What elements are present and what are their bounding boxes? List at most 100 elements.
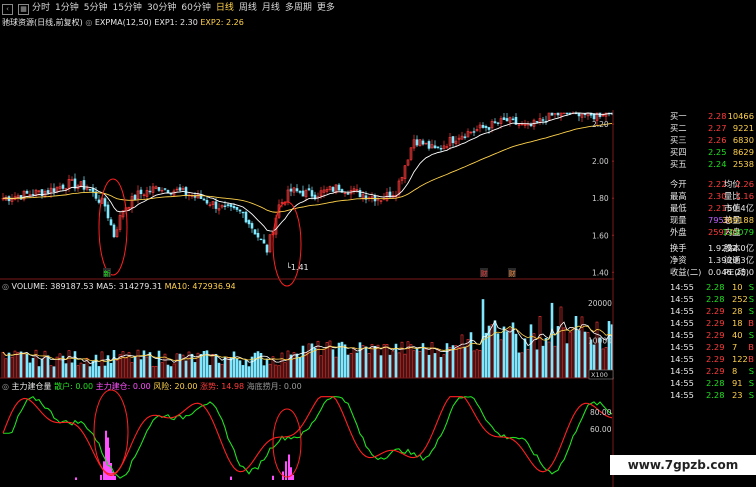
candle-body xyxy=(109,219,113,226)
trade-volume: 8 xyxy=(732,366,738,376)
candle-body xyxy=(226,204,230,206)
volume-bar xyxy=(607,321,611,379)
candlestick-layer: └1.41 新 财 财 xyxy=(1,111,614,287)
volume-tick-label: 20000 xyxy=(588,299,612,308)
volume-bar xyxy=(322,348,326,379)
candle-body xyxy=(97,199,101,203)
bid-volume: 2538 xyxy=(732,159,754,169)
volume-bar xyxy=(16,352,20,379)
candle-body xyxy=(502,117,506,120)
volume-bar xyxy=(565,343,569,379)
trade-side: S xyxy=(748,330,754,340)
volume-bar xyxy=(433,353,437,379)
volume-bar xyxy=(157,350,161,379)
candle-body xyxy=(31,194,35,196)
volume-bar xyxy=(364,346,368,379)
volume-bar xyxy=(346,354,350,379)
volume-bar xyxy=(19,351,23,379)
candle-body xyxy=(166,190,170,194)
retail-value: 散户: 0.00 xyxy=(54,382,94,391)
volume-bar xyxy=(154,365,158,379)
stat-row: 最低 2.21 市值 50.4亿 xyxy=(614,202,756,214)
volume-bar xyxy=(172,363,176,379)
volume-bar xyxy=(46,355,50,379)
trade-time: 14:55 xyxy=(670,306,694,316)
volume-bar xyxy=(274,364,278,379)
volume-bar xyxy=(307,343,311,379)
bid-label: 买二 xyxy=(670,123,687,133)
bid-volume: 8629 xyxy=(732,147,754,157)
candle-body xyxy=(433,145,437,149)
volume-unit-label: X100 xyxy=(591,371,608,379)
candle-body xyxy=(337,184,341,191)
volume-bar xyxy=(169,366,173,379)
capital-indicator-layer xyxy=(2,389,613,480)
volume-bar xyxy=(292,352,296,379)
candle-body xyxy=(238,209,242,212)
volume-bar xyxy=(226,357,230,379)
volume-bar xyxy=(211,353,215,379)
rise-value: 涨势: 14.98 xyxy=(199,382,245,391)
volume-bar xyxy=(238,360,242,379)
candle-body xyxy=(25,190,29,194)
volume-bar xyxy=(391,350,395,379)
candle-body xyxy=(505,118,509,122)
kline-charts[interactable]: └1.41 新 财 财 2.20 2.00 1.80 1.60 1.40 20000 10000 X… xyxy=(0,0,614,487)
stat-row: 今开 2.22 均价 2.26 xyxy=(614,178,756,190)
volume-bar xyxy=(442,354,446,379)
volume-bar xyxy=(43,350,47,379)
volume-bar xyxy=(109,362,113,379)
trade-price: 2.29 xyxy=(706,318,725,328)
volume-value: VOLUME: 389187.53 xyxy=(11,282,94,291)
candle-body xyxy=(184,187,188,196)
volume-bar xyxy=(103,365,107,379)
trade-side: B xyxy=(748,354,754,364)
bid-row: 买一 2.28 10466 xyxy=(614,110,756,122)
volume-bar xyxy=(496,333,500,379)
volume-bar xyxy=(67,350,71,379)
volume-bar xyxy=(22,352,26,379)
volume-bar xyxy=(184,360,188,379)
volume-bar xyxy=(175,353,179,379)
volume-bar xyxy=(139,359,143,379)
watermark-banner: www.7gpzb.com xyxy=(610,455,756,475)
candle-body xyxy=(178,187,182,191)
capital-settings-icon[interactable]: ◎ xyxy=(2,382,9,391)
volume-settings-icon[interactable]: ◎ xyxy=(2,282,9,291)
volume-bar xyxy=(469,332,473,379)
volume-bar xyxy=(385,344,389,379)
trade-row: 14:55 2.29 8 S xyxy=(614,365,756,377)
candle-body xyxy=(493,121,497,123)
trade-side: S xyxy=(748,378,754,388)
candle-body xyxy=(106,204,110,219)
bid-row: 买五 2.24 2538 xyxy=(614,158,756,170)
highlight-ellipse xyxy=(93,389,129,475)
trade-time: 14:55 xyxy=(670,330,694,340)
volume-bar xyxy=(424,348,428,379)
volume-bar xyxy=(337,342,341,379)
main-build-bar xyxy=(114,475,116,480)
volume-bar xyxy=(1,351,5,379)
candle-body xyxy=(88,189,92,191)
volume-bar xyxy=(436,349,440,379)
volume-bar xyxy=(370,344,374,379)
volume-bar xyxy=(199,354,203,379)
volume-bar xyxy=(493,320,497,379)
stat-value: 22.0亿 xyxy=(727,243,754,253)
trade-time: 14:55 xyxy=(670,390,694,400)
volume-bar xyxy=(142,350,146,379)
volume-bar xyxy=(562,327,566,379)
volume-bar xyxy=(151,365,155,379)
trade-price: 2.29 xyxy=(706,366,725,376)
volume-bar xyxy=(421,343,425,379)
main-build-bar xyxy=(290,467,292,480)
volume-bar xyxy=(574,316,578,379)
candle-body xyxy=(253,229,257,235)
volume-bar xyxy=(334,356,338,379)
volume-bar xyxy=(31,357,35,379)
volume-bar xyxy=(235,358,239,379)
main-build-bar xyxy=(100,474,102,480)
volume-bar xyxy=(472,350,476,379)
volume-bar xyxy=(94,354,98,379)
volume-bar xyxy=(439,356,443,379)
